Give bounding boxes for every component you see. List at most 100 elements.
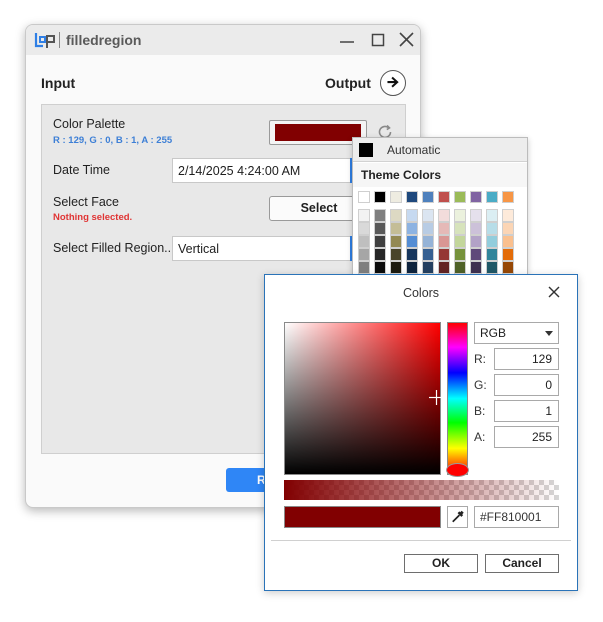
- arrow-right-icon: [387, 76, 399, 88]
- shade-color-swatch[interactable]: [390, 222, 402, 235]
- cancel-button[interactable]: Cancel: [485, 554, 559, 573]
- green-label: G:: [474, 378, 487, 392]
- automatic-color-option[interactable]: Automatic: [353, 138, 527, 162]
- date-time-label: Date Time: [53, 163, 110, 177]
- theme-color-swatch[interactable]: [406, 191, 418, 203]
- saturation-value-picker[interactable]: [284, 322, 441, 475]
- alpha-label: A:: [474, 430, 486, 444]
- green-input[interactable]: 0: [494, 374, 559, 396]
- shade-color-swatch[interactable]: [390, 209, 402, 222]
- input-section-label: Input: [41, 75, 76, 91]
- shade-color-swatch[interactable]: [438, 235, 450, 248]
- shade-color-swatch[interactable]: [390, 235, 402, 248]
- shade-color-swatch[interactable]: [502, 261, 514, 274]
- shade-color-swatch[interactable]: [486, 261, 498, 274]
- shade-color-swatch[interactable]: [422, 261, 434, 274]
- colors-dialog: Colors RGB R: 129 G: 0 B: 1 A: 255 #FF81…: [264, 274, 578, 591]
- shade-color-swatch[interactable]: [374, 235, 386, 248]
- shade-color-swatch[interactable]: [422, 209, 434, 222]
- ok-button[interactable]: OK: [404, 554, 478, 573]
- select-face-status: Nothing selected.: [53, 212, 133, 223]
- shade-color-swatch[interactable]: [470, 222, 482, 235]
- theme-color-swatch[interactable]: [390, 191, 402, 203]
- shade-color-swatch[interactable]: [438, 222, 450, 235]
- minimize-icon[interactable]: [334, 29, 360, 51]
- red-input[interactable]: 129: [494, 348, 559, 370]
- shade-color-swatch[interactable]: [454, 248, 466, 261]
- close-icon[interactable]: [394, 29, 420, 51]
- shade-color-swatch[interactable]: [358, 261, 370, 274]
- shade-color-swatch[interactable]: [438, 248, 450, 261]
- theme-color-swatch[interactable]: [438, 191, 450, 203]
- hex-input[interactable]: #FF810001: [474, 506, 559, 528]
- shade-color-swatch[interactable]: [358, 222, 370, 235]
- date-time-field[interactable]: 2/14/2025 4:24:00 AM: [172, 158, 356, 183]
- shade-color-swatch[interactable]: [470, 209, 482, 222]
- theme-color-swatch[interactable]: [470, 191, 482, 203]
- crosshair-cursor-icon: [429, 390, 444, 405]
- alpha-slider[interactable]: [284, 480, 559, 500]
- hue-slider-handle[interactable]: [446, 463, 469, 477]
- title-bar[interactable]: filledregion: [26, 25, 420, 55]
- shade-color-swatch[interactable]: [374, 222, 386, 235]
- shade-color-swatch[interactable]: [454, 222, 466, 235]
- output-button[interactable]: [380, 70, 406, 96]
- shade-color-swatch[interactable]: [406, 222, 418, 235]
- shade-color-swatch[interactable]: [374, 261, 386, 274]
- shade-color-swatch[interactable]: [406, 261, 418, 274]
- shade-color-swatch[interactable]: [470, 248, 482, 261]
- shade-color-swatch[interactable]: [470, 235, 482, 248]
- theme-colors-header: Theme Colors: [353, 163, 527, 187]
- shade-color-swatch[interactable]: [470, 261, 482, 274]
- theme-color-swatch[interactable]: [358, 191, 370, 203]
- color-mode-value: RGB: [480, 326, 507, 340]
- app-logo-icon: [34, 33, 55, 48]
- automatic-label: Automatic: [387, 143, 441, 157]
- theme-color-swatch[interactable]: [486, 191, 498, 203]
- title-separator: [59, 32, 60, 48]
- shade-color-swatch[interactable]: [422, 222, 434, 235]
- shade-color-swatch[interactable]: [438, 261, 450, 274]
- color-rgba-readout: R : 129, G : 0, B : 1, A : 255: [53, 135, 173, 146]
- alpha-input[interactable]: 255: [494, 426, 559, 448]
- shade-color-swatch[interactable]: [454, 209, 466, 222]
- shade-color-swatch[interactable]: [390, 261, 402, 274]
- eyedropper-button[interactable]: [447, 506, 468, 528]
- theme-colors-label: Theme Colors: [361, 168, 442, 182]
- shade-color-swatch[interactable]: [486, 248, 498, 261]
- red-label: R:: [474, 352, 486, 366]
- shade-color-swatch[interactable]: [358, 248, 370, 261]
- hue-slider[interactable]: [447, 322, 468, 475]
- theme-color-swatch[interactable]: [454, 191, 466, 203]
- shade-color-swatch[interactable]: [422, 235, 434, 248]
- shade-color-swatch[interactable]: [438, 209, 450, 222]
- maximize-icon[interactable]: [365, 29, 391, 51]
- shade-color-swatch[interactable]: [406, 209, 418, 222]
- theme-color-swatch[interactable]: [422, 191, 434, 203]
- theme-color-swatch[interactable]: [374, 191, 386, 203]
- shade-color-swatch[interactable]: [454, 235, 466, 248]
- shade-color-swatch[interactable]: [406, 235, 418, 248]
- shade-color-swatch[interactable]: [502, 248, 514, 261]
- shade-color-swatch[interactable]: [406, 248, 418, 261]
- shade-color-swatch[interactable]: [502, 209, 514, 222]
- shade-color-swatch[interactable]: [374, 248, 386, 261]
- shade-color-swatch[interactable]: [486, 209, 498, 222]
- filled-region-dropdown[interactable]: Vertical: [172, 236, 356, 261]
- blue-input[interactable]: 1: [494, 400, 559, 422]
- shade-color-swatch[interactable]: [390, 248, 402, 261]
- chevron-down-icon: [545, 331, 553, 336]
- shade-color-swatch[interactable]: [486, 235, 498, 248]
- shade-color-swatch[interactable]: [486, 222, 498, 235]
- shade-color-swatch[interactable]: [358, 209, 370, 222]
- color-preview: [284, 506, 441, 528]
- automatic-swatch: [359, 143, 373, 157]
- shade-color-swatch[interactable]: [358, 235, 370, 248]
- shade-color-swatch[interactable]: [502, 222, 514, 235]
- theme-color-swatch[interactable]: [502, 191, 514, 203]
- shade-color-swatch[interactable]: [454, 261, 466, 274]
- shade-color-swatch[interactable]: [374, 209, 386, 222]
- shade-color-swatch[interactable]: [422, 248, 434, 261]
- close-icon[interactable]: [547, 285, 561, 299]
- shade-color-swatch[interactable]: [502, 235, 514, 248]
